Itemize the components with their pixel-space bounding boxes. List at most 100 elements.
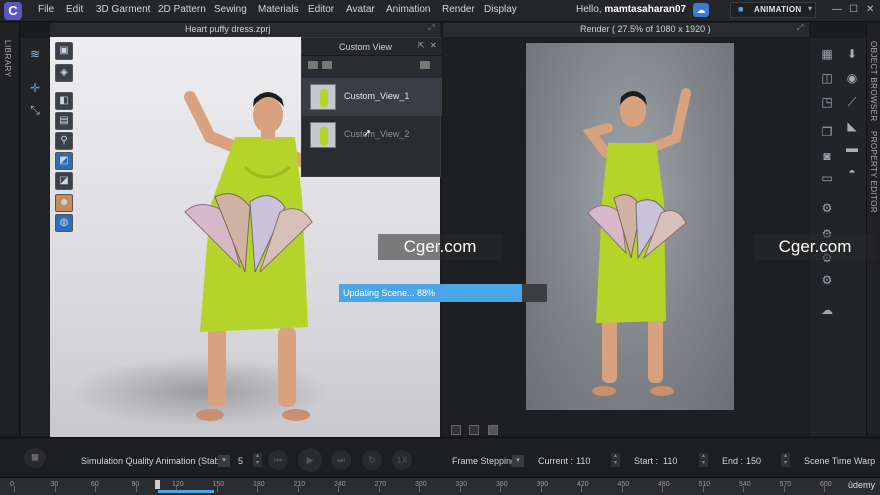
stepper-icon[interactable]: ▴ ▾ [699, 453, 708, 467]
expand-icon[interactable]: ⤢ [428, 23, 434, 33]
save-view-icon[interactable] [322, 61, 332, 69]
menu-animation[interactable]: Animation [386, 4, 430, 15]
timeline-tick-mark [743, 486, 744, 492]
layers-icon[interactable]: ≋ [27, 46, 43, 62]
cloud-icon[interactable]: ☁ [693, 3, 709, 17]
avatar-display-icon[interactable]: ▣ [55, 42, 73, 60]
timeline-tick-mark [581, 486, 582, 492]
timeline-tick-label: 120 [172, 481, 184, 488]
move-tool-icon[interactable]: ✛ [27, 80, 43, 96]
stepper-icon[interactable]: ▴ ▾ [253, 453, 262, 467]
render-output-icon[interactable]: ☁ [818, 302, 836, 318]
view-thumbnail [310, 122, 336, 148]
dock-icon[interactable]: ⇱ [418, 41, 425, 50]
timeline-tick-label: 450 [617, 481, 630, 488]
timeline-tick-label: 390 [536, 481, 549, 488]
library-tab[interactable]: LIBRARY [3, 40, 12, 78]
dome-icon[interactable]: ◓ [844, 164, 860, 180]
select-tool-icon[interactable]: ⤡ [27, 102, 43, 118]
menu-edit[interactable]: Edit [66, 4, 83, 15]
first-frame-button[interactable]: ⏮ [268, 450, 288, 470]
timeline-tick-label: 300 [415, 481, 427, 488]
timeline-tick-mark [459, 486, 461, 492]
username[interactable]: mamtasaharan07 [604, 4, 686, 15]
last-frame-button[interactable]: ⏭ [331, 450, 351, 470]
chevron-down-icon[interactable]: ▾ [218, 455, 230, 467]
light-settings-icon[interactable]: ⚙ [818, 200, 836, 216]
menu-render[interactable]: Render [442, 4, 475, 15]
custom-view-label: Custom_View_2 [344, 129, 410, 139]
menu-avatar[interactable]: Avatar [346, 4, 375, 15]
arrow-down-icon[interactable]: ⬇ [844, 46, 860, 62]
fabric-icon[interactable]: ◪ [55, 172, 73, 190]
open-folder-icon[interactable] [308, 61, 318, 69]
close-button[interactable]: ✕ [866, 4, 874, 15]
render-crop-icon[interactable] [469, 425, 479, 435]
simulation-quality-select[interactable]: Simulation Quality Animation (Stable [81, 456, 227, 466]
stepper-icon[interactable]: ▴ ▾ [611, 453, 620, 467]
camera-icon[interactable]: ◙ [818, 148, 836, 164]
custom-view-item-2[interactable]: Custom_View_2 [302, 116, 442, 154]
view-mode-icon[interactable]: ◧ [55, 92, 73, 110]
texture-icon[interactable]: ▤ [55, 112, 73, 130]
globe-icon[interactable]: ◍ [55, 214, 73, 232]
viewport-title-bar: Heart puffy dress.zprj ⤢ [50, 23, 440, 37]
render-setting-icon[interactable]: ⚙ [818, 272, 836, 288]
menu-display[interactable]: Display [484, 4, 517, 15]
stepper-icon[interactable]: ▴ ▾ [781, 453, 790, 467]
minimize-button[interactable]: — [832, 4, 842, 15]
scene-time-warp-button[interactable]: Scene Time Warp [804, 456, 875, 466]
menu-editor[interactable]: Editor [308, 4, 334, 15]
menu-materials[interactable]: Materials [258, 4, 299, 15]
render-view-icon[interactable]: ▭ [818, 170, 836, 186]
udemy-logo: ûdemy [848, 480, 876, 490]
expand-icon[interactable]: ⤢ [797, 23, 803, 33]
speed-button[interactable]: 1X [392, 450, 412, 470]
custom-view-label: Custom_View_1 [344, 91, 410, 101]
menu-2d-pattern[interactable]: 2D Pattern [158, 4, 206, 15]
garment-display-icon[interactable]: ◈ [55, 64, 73, 82]
object-browser-tab[interactable]: OBJECT BROWSER [869, 41, 878, 122]
pin-icon[interactable]: ⚲ [55, 132, 73, 150]
add-view-icon[interactable] [420, 61, 430, 69]
property-editor-tab[interactable]: PROPERTY EDITOR [869, 131, 878, 213]
maximize-button[interactable]: ☐ [849, 4, 858, 15]
end-frame-input[interactable]: 150 [746, 456, 761, 466]
menu-sewing[interactable]: Sewing [214, 4, 247, 15]
sphere-icon[interactable]: ◉ [844, 70, 860, 86]
render-turntable-icon[interactable]: ◳ [818, 94, 836, 110]
thickness-icon[interactable]: ◩ [55, 152, 73, 170]
play-button[interactable]: ▶ [298, 448, 322, 472]
start-frame-input[interactable]: 110 [663, 456, 677, 466]
menu-3d-garment[interactable]: 3D Garment [96, 4, 150, 15]
greeting-text: Hello, [576, 4, 602, 15]
render-layer-icon[interactable]: ❐ [818, 124, 836, 140]
timeline-tick-mark [702, 486, 704, 492]
render-image-icon[interactable]: ▦ [818, 46, 836, 62]
triangle-icon[interactable]: ◣ [844, 118, 860, 134]
avatar-skin-icon[interactable]: ☻ [55, 194, 73, 212]
custom-view-item-1[interactable]: Custom_View_1 [302, 78, 442, 116]
chevron-down-icon[interactable]: ▾ [512, 455, 524, 467]
record-icon[interactable]: ◼ [24, 448, 46, 468]
frame-mode-select[interactable]: Frame Stepping [452, 456, 516, 466]
render-settings-icon[interactable] [451, 425, 461, 435]
wand-icon[interactable]: ⟋ [844, 94, 860, 110]
close-icon[interactable]: ✕ [430, 41, 437, 50]
render-preview [526, 43, 734, 410]
cylinder-icon[interactable]: ▬ [844, 140, 860, 156]
menu-file[interactable]: File [38, 4, 54, 15]
playhead-handle[interactable] [155, 480, 160, 489]
render-stop-icon[interactable] [488, 425, 498, 435]
timeline-tick-mark [297, 486, 299, 492]
user-greeting: Hello, mamtasaharan07 [576, 4, 686, 15]
render-title: Render ( 27.5% of 1080 x 1920 ) [580, 24, 711, 34]
timeline-tick-label: 210 [293, 481, 306, 488]
loop-button[interactable]: ↻ [362, 450, 382, 470]
timeline-tick-mark [216, 486, 218, 492]
start-label: Start : [634, 456, 659, 466]
simulation-quality-value[interactable]: 5 [238, 456, 243, 466]
render-video-icon[interactable]: ◫ [818, 70, 836, 86]
mode-label: ANIMATION [754, 5, 802, 14]
current-frame-input[interactable]: 110 [576, 456, 590, 466]
